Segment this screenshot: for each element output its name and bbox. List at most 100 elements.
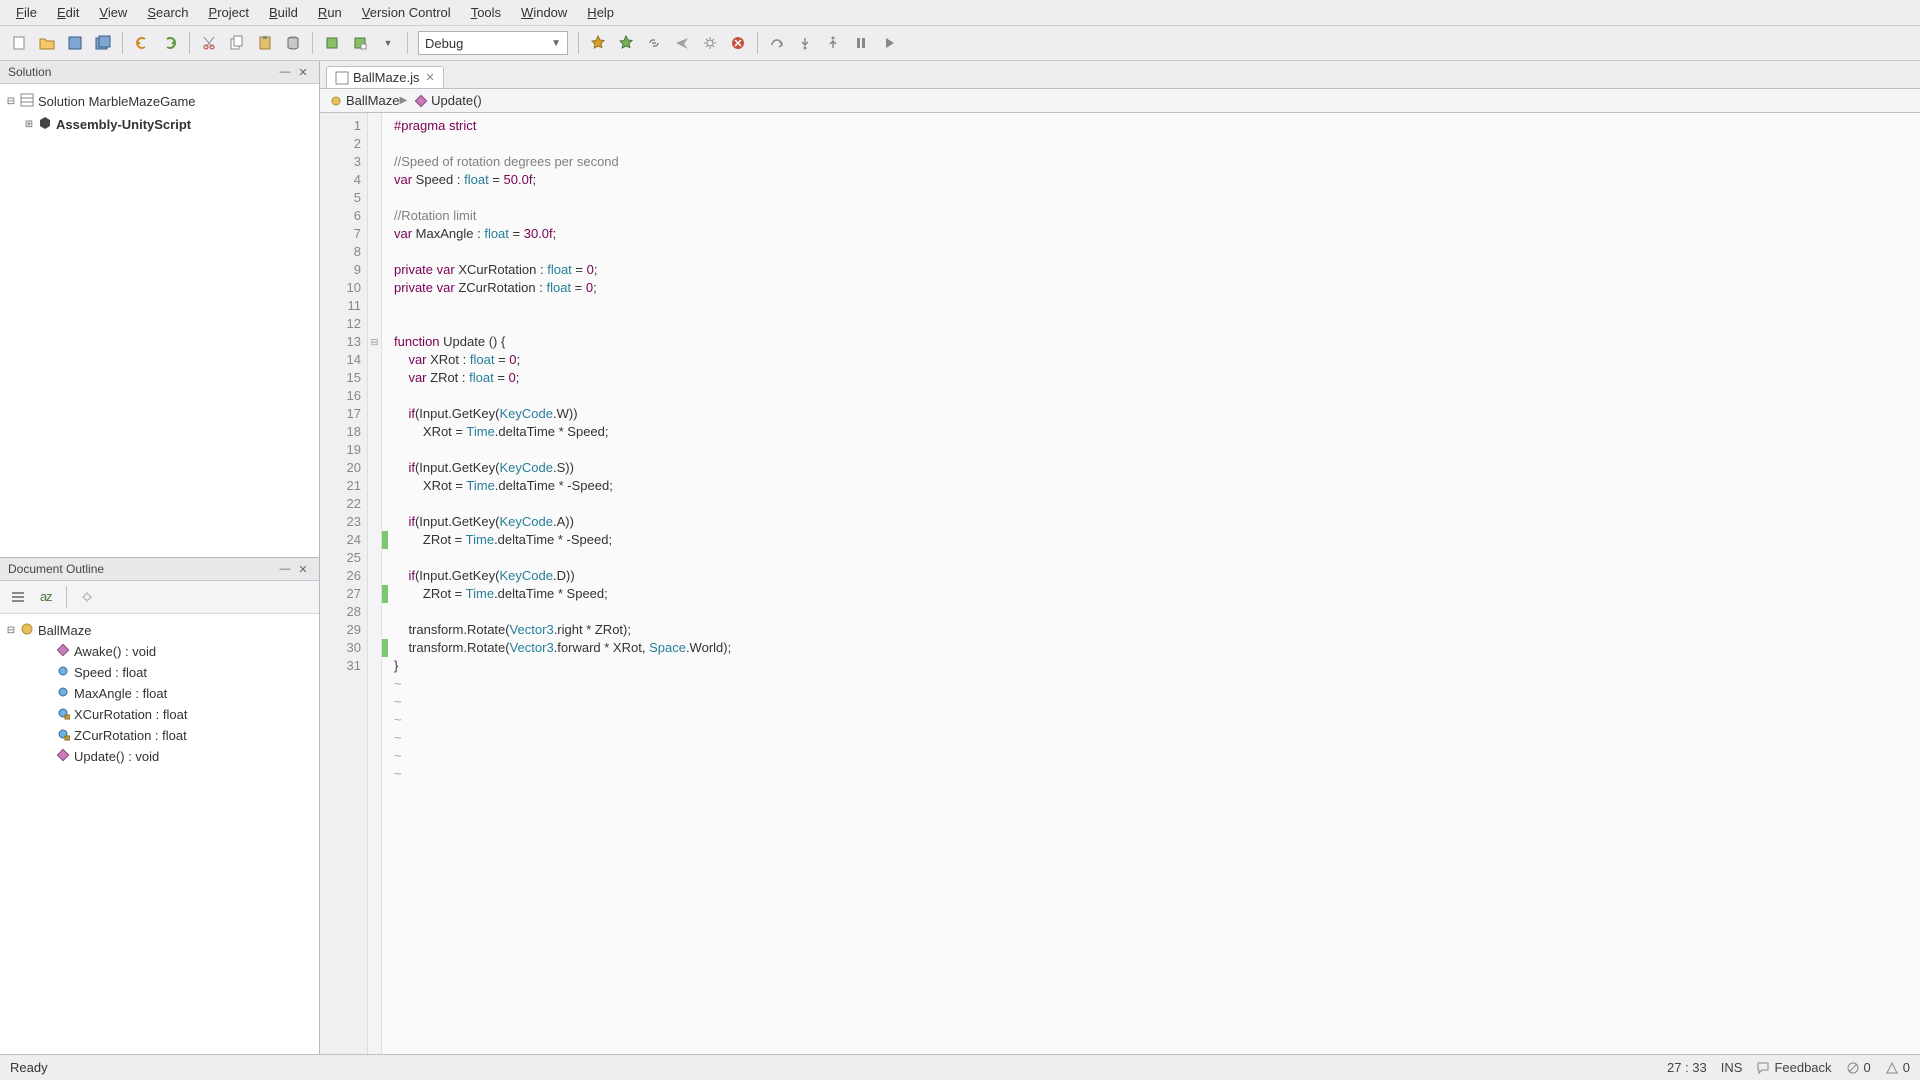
outline-member-row[interactable]: XCurRotation : float (4, 704, 315, 725)
outline-member-row[interactable]: Update() : void (4, 746, 315, 767)
document-tab[interactable]: BallMaze.js ✕ (326, 66, 444, 88)
outline-settings-button[interactable] (75, 585, 99, 609)
error-icon (1846, 1061, 1860, 1075)
feedback-icon (1756, 1061, 1770, 1075)
outline-member-row[interactable]: MaxAngle : float (4, 683, 315, 704)
warning-icon (1885, 1061, 1899, 1075)
menu-view[interactable]: View (89, 2, 137, 23)
menu-window[interactable]: Window (511, 2, 577, 23)
solution-icon (18, 92, 36, 111)
step-in-button[interactable] (792, 30, 818, 56)
expand-icon[interactable]: ⊞ (22, 119, 36, 130)
line-number-gutter: 1234567891011121314151617181920212223242… (320, 113, 368, 1054)
member-icon (54, 706, 72, 723)
chevron-down-icon: ▼ (551, 38, 561, 49)
redo-button[interactable] (157, 30, 183, 56)
panel-close-icon[interactable]: ✕ (295, 64, 311, 80)
document-tab-label: BallMaze.js (353, 70, 419, 85)
outline-panel-title: Document Outline (8, 562, 275, 576)
undo-button[interactable] (129, 30, 155, 56)
outline-sort-button[interactable]: az (34, 585, 58, 609)
outline-member-label: Awake() : void (74, 644, 156, 659)
menubar: FileEditViewSearchProjectBuildRunVersion… (0, 0, 1920, 26)
solution-panel: Solution — ✕ ⊟ Solution MarbleMazeGame ⊞… (0, 61, 319, 558)
panel-minimize-icon[interactable]: — (277, 561, 293, 577)
debug-star2-button[interactable] (613, 30, 639, 56)
code-editor[interactable]: 1234567891011121314151617181920212223242… (320, 113, 1920, 1054)
toolbar-separator (66, 586, 67, 608)
errors-count[interactable]: 0 (1846, 1060, 1871, 1075)
gear-button[interactable] (697, 30, 723, 56)
pause-button[interactable] (848, 30, 874, 56)
database-button[interactable] (280, 30, 306, 56)
solution-root-label: Solution MarbleMazeGame (38, 94, 196, 109)
new-file-button[interactable] (6, 30, 32, 56)
collapse-icon[interactable]: ⊟ (4, 96, 18, 107)
step-over-button[interactable] (764, 30, 790, 56)
outline-member-label: ZCurRotation : float (74, 728, 187, 743)
build-dropdown-button[interactable]: ▼ (375, 30, 401, 56)
build-clean-button[interactable] (347, 30, 373, 56)
open-file-button[interactable] (34, 30, 60, 56)
menu-version-control[interactable]: Version Control (352, 2, 461, 23)
status-text: Ready (10, 1060, 48, 1075)
debug-star1-button[interactable] (585, 30, 611, 56)
menu-file[interactable]: File (6, 2, 47, 23)
toolbar-separator (189, 32, 190, 54)
fold-gutter: ⊟ (368, 113, 382, 1054)
paste-button[interactable] (252, 30, 278, 56)
config-combo[interactable]: Debug ▼ (418, 31, 568, 55)
chevron-right-icon: ▶ (399, 95, 407, 106)
warnings-count[interactable]: 0 (1885, 1060, 1910, 1075)
step-out-button[interactable] (820, 30, 846, 56)
build-button[interactable] (319, 30, 345, 56)
menu-help[interactable]: Help (577, 2, 624, 23)
stop-button[interactable] (725, 30, 751, 56)
cut-button[interactable] (196, 30, 222, 56)
toolbar-separator (407, 32, 408, 54)
collapse-icon[interactable]: ⊟ (4, 625, 18, 636)
panel-close-icon[interactable]: ✕ (295, 561, 311, 577)
project-row[interactable]: ⊞ Assembly-UnityScript (4, 113, 315, 136)
menu-build[interactable]: Build (259, 2, 308, 23)
toolbar-separator (312, 32, 313, 54)
save-all-button[interactable] (90, 30, 116, 56)
solution-tree: ⊟ Solution MarbleMazeGame ⊞ Assembly-Uni… (0, 84, 319, 142)
toolbar-separator (757, 32, 758, 54)
solution-panel-title: Solution (8, 65, 275, 79)
outline-member-label: Speed : float (74, 665, 147, 680)
panel-minimize-icon[interactable]: — (277, 64, 293, 80)
send-button[interactable] (669, 30, 695, 56)
breadcrumb-method-label: Update() (431, 93, 482, 108)
outline-class-row[interactable]: ⊟ BallMaze (4, 620, 315, 641)
menu-project[interactable]: Project (199, 2, 259, 23)
solution-root-row[interactable]: ⊟ Solution MarbleMazeGame (4, 90, 315, 113)
menu-edit[interactable]: Edit (47, 2, 89, 23)
menu-tools[interactable]: Tools (461, 2, 511, 23)
resume-button[interactable] (876, 30, 902, 56)
class-icon (18, 622, 36, 639)
toolbar-separator (578, 32, 579, 54)
outline-member-row[interactable]: ZCurRotation : float (4, 725, 315, 746)
save-button[interactable] (62, 30, 88, 56)
link-button[interactable] (641, 30, 667, 56)
outline-panel: Document Outline — ✕ az ⊟ BallMaze (0, 558, 319, 1054)
editor-area: BallMaze.js ✕ BallMaze ▶ Update() 123456… (320, 61, 1920, 1054)
feedback-button[interactable]: Feedback (1756, 1060, 1831, 1075)
config-value: Debug (425, 36, 463, 51)
class-icon (330, 95, 342, 107)
breadcrumb-method[interactable]: Update() (415, 93, 482, 108)
outline-group-button[interactable] (6, 585, 30, 609)
menu-run[interactable]: Run (308, 2, 352, 23)
copy-button[interactable] (224, 30, 250, 56)
close-tab-icon[interactable]: ✕ (425, 71, 434, 84)
outline-member-row[interactable]: Speed : float (4, 662, 315, 683)
code-lines[interactable]: #pragma strict//Speed of rotation degree… (388, 113, 731, 1054)
outline-member-row[interactable]: Awake() : void (4, 641, 315, 662)
breadcrumb-class[interactable]: BallMaze ▶ (330, 93, 411, 108)
menu-search[interactable]: Search (137, 2, 198, 23)
outline-panel-header: Document Outline — ✕ (0, 558, 319, 581)
svg-text:z: z (46, 589, 53, 604)
breadcrumb: BallMaze ▶ Update() (320, 89, 1920, 113)
unity-icon (36, 115, 54, 134)
